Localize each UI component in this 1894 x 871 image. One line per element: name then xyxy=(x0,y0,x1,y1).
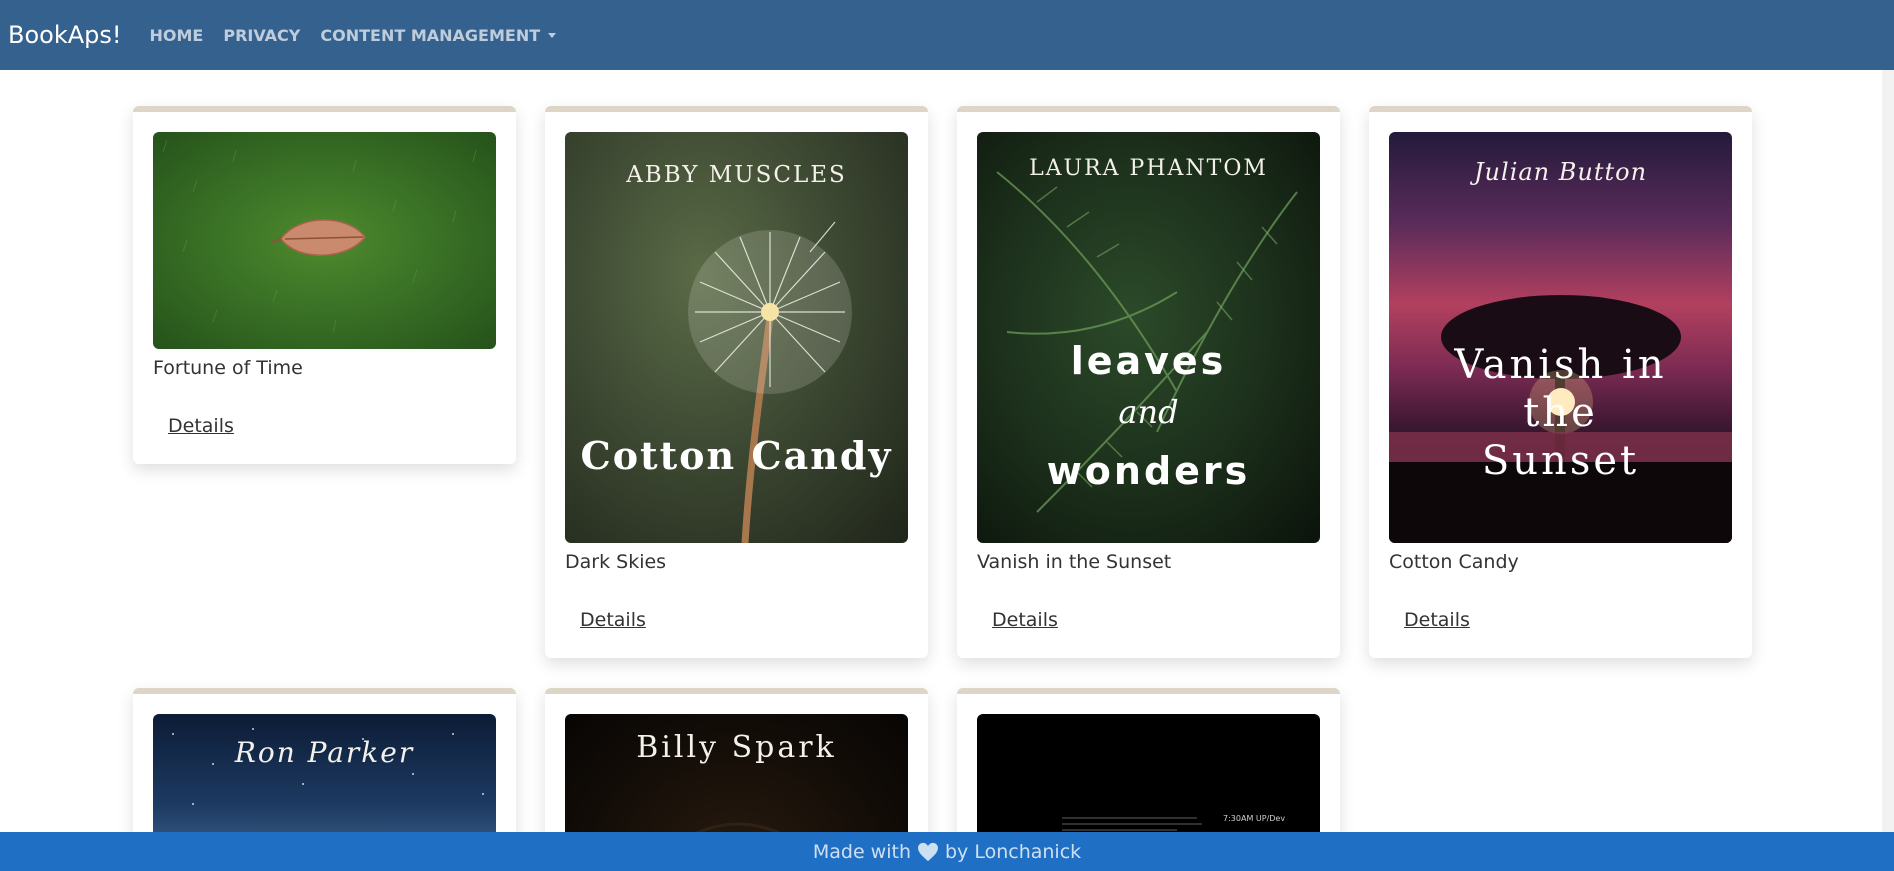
book-card: LAURA PHANTOM leaves and wonders Vanish … xyxy=(957,106,1340,658)
nav-content-management-label: CONTENT MANAGEMENT xyxy=(320,25,541,45)
cover-author: Billy Spark xyxy=(636,730,837,765)
cover-title-line-2: and xyxy=(1118,393,1179,431)
book-cover-image[interactable] xyxy=(153,132,496,349)
book-cover-image[interactable]: LAURA PHANTOM leaves and wonders xyxy=(977,132,1320,543)
cover-author: Julian Button xyxy=(1473,158,1648,186)
book-title: Dark Skies xyxy=(565,551,667,573)
book-cover-image[interactable]: ABBY MUSCLES Cotton Candy xyxy=(565,132,908,543)
details-link[interactable]: Details xyxy=(1404,609,1470,631)
footer-by-author: by Lonchanick xyxy=(944,840,1082,863)
details-link[interactable]: Details xyxy=(992,609,1058,631)
brand-logo[interactable]: BookAps! xyxy=(8,21,122,49)
cover-title-line-1: Vanish in xyxy=(1454,342,1667,388)
cover-author: LAURA PHANTOM xyxy=(1029,156,1268,181)
top-navbar: BookAps! HOME PRIVACY CONTENT MANAGEMENT xyxy=(0,0,1894,70)
book-cover-image[interactable]: Julian Button Vanish in the Sunset xyxy=(1389,132,1732,543)
heart-icon xyxy=(917,842,938,861)
book-card: ABBY MUSCLES Cotton Candy Dark Skies Det… xyxy=(545,106,928,658)
caret-down-icon xyxy=(548,32,557,38)
details-link[interactable]: Details xyxy=(168,415,234,437)
leaf-icon xyxy=(270,219,366,256)
cover-title: Cotton Candy xyxy=(580,433,893,478)
footer-made-with: Made with xyxy=(812,840,911,863)
cover-time-text: 7:30AM UP/Dev xyxy=(1223,814,1286,823)
vertical-scrollbar[interactable] xyxy=(1882,70,1894,832)
grass-texture xyxy=(162,139,477,333)
nav-content-management-dropdown[interactable]: CONTENT MANAGEMENT xyxy=(320,25,557,45)
footer-bar: Made with by Lonchanick xyxy=(0,832,1894,871)
cover-author: ABBY MUSCLES xyxy=(626,162,847,188)
dandelion-illustration xyxy=(688,221,852,543)
nav-privacy[interactable]: PRIVACY xyxy=(223,26,300,45)
nav-home[interactable]: HOME xyxy=(150,26,204,45)
book-title: Fortune of Time xyxy=(153,357,303,379)
cover-title-line-1: leaves xyxy=(1070,339,1227,383)
book-card: Julian Button Vanish in the Sunset Cotto… xyxy=(1369,106,1752,658)
book-card: Fortune of Time Details xyxy=(133,106,516,464)
book-title: Cotton Candy xyxy=(1389,551,1519,573)
details-link[interactable]: Details xyxy=(580,609,646,631)
cover-title-line-3: wonders xyxy=(1046,449,1251,493)
cover-author: Ron Parker xyxy=(234,736,415,769)
book-title: Vanish in the Sunset xyxy=(977,551,1172,573)
cover-title-line-2: the xyxy=(1523,390,1598,436)
cover-title-line-3: Sunset xyxy=(1481,438,1640,484)
